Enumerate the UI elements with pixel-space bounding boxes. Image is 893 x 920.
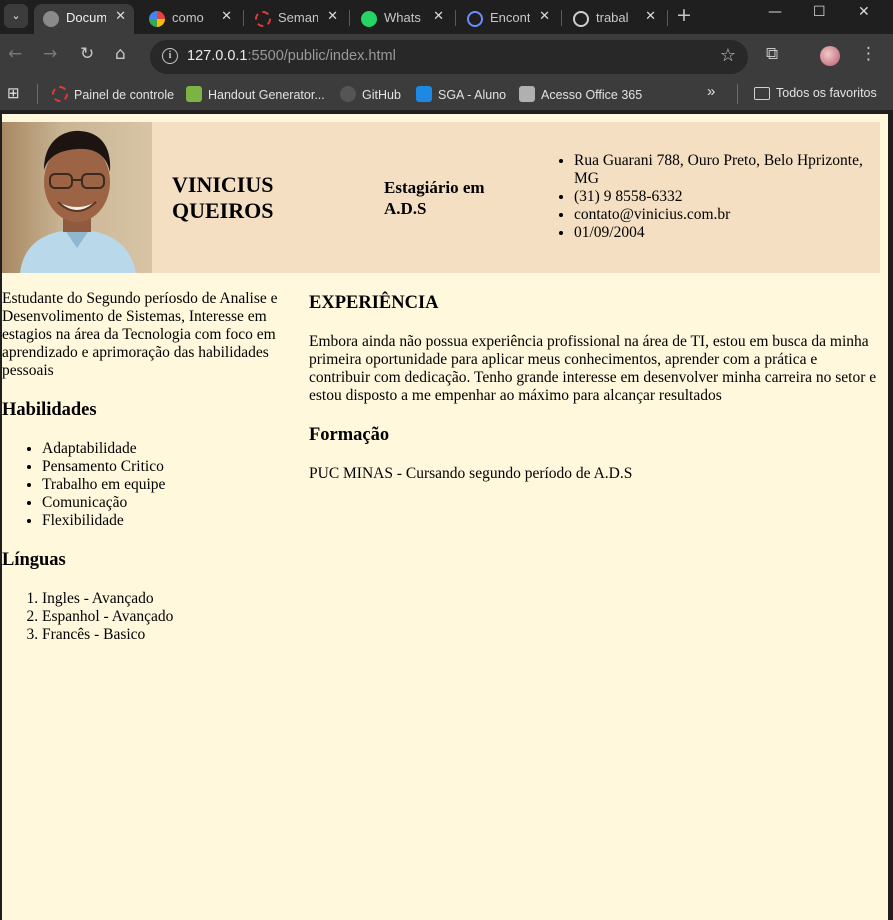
contact-list: Rua Guarani 788, Ouro Preto, Belo Hprizo… [550,152,880,242]
tab-whatsapp[interactable]: Whats ✕ [352,4,452,34]
site-info-icon[interactable]: i [162,48,178,64]
tab-semana[interactable]: Seman ✕ [246,4,346,34]
window-edge [888,114,893,920]
maximize-icon[interactable]: ☐ [813,4,826,20]
portrait-illustration [20,130,136,273]
office-icon [519,86,535,102]
tab-document[interactable]: Docum ✕ [34,4,134,34]
tab-title: Whats [384,10,421,25]
apps-grid-icon[interactable]: ⊞ [7,84,20,102]
github-icon [573,11,589,27]
all-bookmarks[interactable]: Todos os favoritos [754,86,877,104]
profile-photo [2,122,152,273]
close-icon[interactable]: ✕ [539,9,550,24]
bookmark-painel[interactable]: Painel de controle [52,86,174,104]
menu-dots-icon[interactable]: ⋮ [860,44,877,64]
browser-toolbar: ← → ↻ ⌂ i 127.0.0.1:5500/public/index.ht… [0,34,893,78]
experience-text: Embora ainda não possua experiência prof… [309,333,877,404]
bookmark-sga[interactable]: SGA - Aluno [416,86,506,104]
profile-avatar[interactable] [820,46,840,66]
tab-title: como [172,10,204,25]
bookmarks-bar: ⊞ Painel de controle Handout Generator..… [0,78,893,110]
education-heading: Formação [309,425,390,445]
skill-item: Pensamento Critico [42,458,294,476]
phone: (31) 9 8558-6332 [574,188,880,206]
bookmark-handout[interactable]: Handout Generator... [186,86,325,104]
main-column: EXPERIÊNCIA Embora ainda não possua expe… [309,292,881,483]
back-arrow-icon[interactable]: ← [8,44,22,64]
forward-arrow-icon[interactable]: → [43,44,57,64]
tab-separator [349,10,350,26]
handout-icon [186,86,202,102]
about-text: Estudante do Segundo períosdo de Analise… [2,290,278,379]
tab-separator [561,10,562,26]
skill-item: Comunicação [42,494,294,512]
skill-item: Flexibilidade [42,512,294,530]
window-close-icon[interactable]: ✕ [858,4,870,20]
google-icon [149,11,165,27]
person-name: VINICIUS QUEIROS [172,172,274,223]
education-text: PUC MINAS - Cursando segundo período de … [309,465,633,482]
bookmark-office[interactable]: Acesso Office 365 [519,86,642,104]
language-item: Francês - Basico [42,626,294,644]
skill-item: Trabalho em equipe [42,476,294,494]
tab-separator [667,10,668,26]
bookmark-separator [737,84,738,104]
extensions-icon[interactable]: ⧉ [766,44,778,64]
new-tab-icon[interactable]: + [676,4,692,26]
bookmark-github[interactable]: GitHub [340,86,401,104]
email: contato@vinicius.com.br [574,206,880,224]
red-circle-icon [255,11,271,27]
tab-title: trabal [596,10,629,25]
resume-header: VINICIUS QUEIROS Estagiário em A.D.S Rua… [2,122,880,273]
github-icon [340,86,356,102]
close-icon[interactable]: ✕ [645,9,656,24]
close-icon[interactable]: ✕ [221,9,232,24]
tab-title: Docum [66,10,106,25]
minimize-icon[interactable]: — [768,4,782,20]
experience-heading: EXPERIÊNCIA [309,293,439,313]
red-circle-icon [52,86,68,102]
whatsapp-icon [361,11,377,27]
sga-icon [416,86,432,102]
close-icon[interactable]: ✕ [327,9,338,24]
job-title: Estagiário em A.D.S [384,178,485,218]
tab-search-button[interactable]: ⌄ [4,4,28,28]
tab-github[interactable]: trabal ✕ [564,4,664,34]
language-item: Ingles - Avançado [42,590,294,608]
languages-heading: Línguas [2,550,66,570]
bookmark-separator [37,84,38,104]
languages-list: Ingles - Avançado Espanhol - Avançado Fr… [2,590,294,644]
close-icon[interactable]: ✕ [115,9,126,24]
tab-separator [455,10,456,26]
globe-icon [43,11,59,27]
address: Rua Guarani 788, Ouro Preto, Belo Hprizo… [574,152,880,188]
bookmark-star-icon[interactable]: ☆ [720,45,736,66]
url-text: 127.0.0.1:5500/public/index.html [187,48,396,64]
tab-title: Seman [278,10,318,25]
copilot-icon [467,11,483,27]
birth-date: 01/09/2004 [574,224,880,242]
page-viewport: VINICIUS QUEIROS Estagiário em A.D.S Rua… [2,114,888,920]
tab-title: Encont [490,10,530,25]
skills-list: Adaptabilidade Pensamento Critico Trabal… [2,440,294,530]
tab-encontre[interactable]: Encont ✕ [458,4,558,34]
folder-icon [754,87,770,100]
close-icon[interactable]: ✕ [433,9,444,24]
tab-google[interactable]: como ✕ [140,4,240,34]
sidebar-column: Estudante do Segundo períosdo de Analise… [2,290,294,644]
skill-item: Adaptabilidade [42,440,294,458]
skills-heading: Habilidades [2,400,97,420]
home-icon[interactable]: ⌂ [115,44,126,64]
address-bar[interactable]: i 127.0.0.1:5500/public/index.html ☆ [150,40,748,74]
more-bookmarks-icon[interactable]: » [707,83,715,101]
tab-strip: ⌄ Docum ✕ como ✕ Seman ✕ Whats ✕ Encont … [0,0,893,34]
language-item: Espanhol - Avançado [42,608,294,626]
tab-separator [243,10,244,26]
reload-icon[interactable]: ↻ [80,44,94,64]
